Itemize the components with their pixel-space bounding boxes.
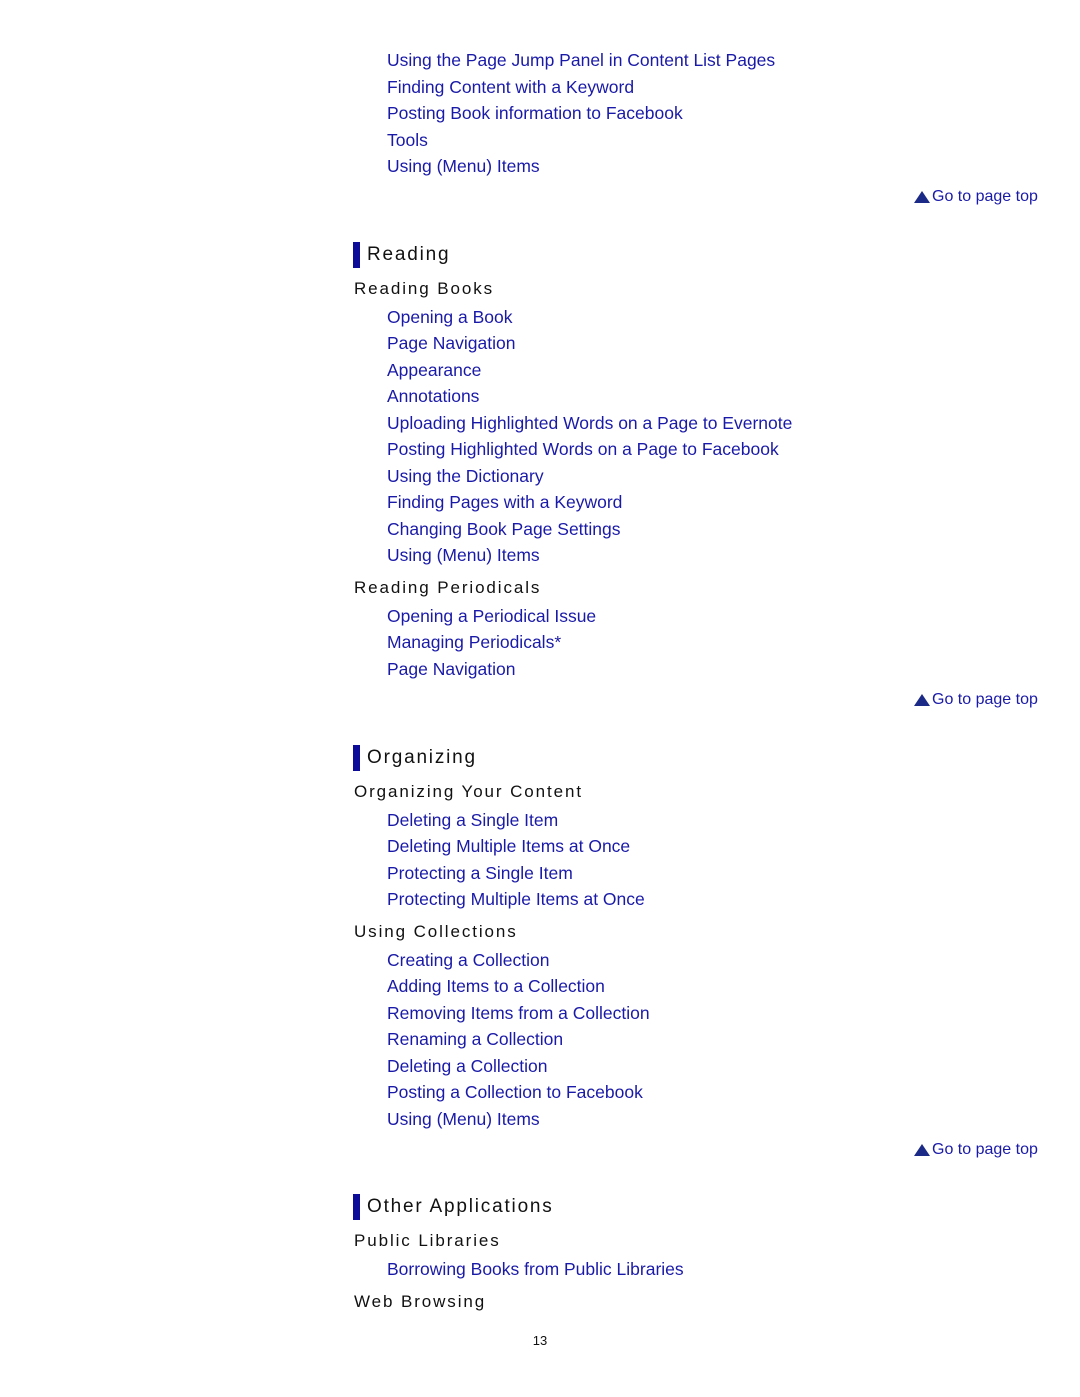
up-triangle-icon xyxy=(914,694,930,706)
toc-link[interactable]: Tools xyxy=(387,130,428,150)
up-triangle-icon xyxy=(914,1144,930,1156)
page-number: 13 xyxy=(532,1333,548,1348)
toc-link[interactable]: Appearance xyxy=(387,360,481,380)
toc-link[interactable]: Using the Dictionary xyxy=(387,466,544,486)
toc-link[interactable]: Borrowing Books from Public Libraries xyxy=(387,1259,684,1279)
section-bar-icon xyxy=(353,242,360,268)
section-heading-other-applications: Other Applications xyxy=(353,1194,554,1220)
subsection-title: Public Libraries xyxy=(354,1231,501,1250)
subsection-title: Web Browsing xyxy=(354,1292,487,1311)
toc-link[interactable]: Changing Book Page Settings xyxy=(387,519,621,539)
section-title: Organizing xyxy=(367,747,477,768)
toc-link[interactable]: Adding Items to a Collection xyxy=(387,976,605,996)
section-heading-organizing: Organizing xyxy=(353,745,477,771)
toc-link[interactable]: Using (Menu) Items xyxy=(387,545,540,565)
toc-link[interactable]: Page Navigation xyxy=(387,659,515,679)
toc-link[interactable]: Protecting Multiple Items at Once xyxy=(387,889,645,909)
toc-link[interactable]: Managing Periodicals* xyxy=(387,632,561,652)
go-to-page-top-link[interactable]: Go to page top xyxy=(914,1141,1038,1159)
toc-link[interactable]: Uploading Highlighted Words on a Page to… xyxy=(387,413,792,433)
toc-link[interactable]: Opening a Periodical Issue xyxy=(387,606,596,626)
toc-link[interactable]: Posting a Collection to Facebook xyxy=(387,1082,643,1102)
toc-link[interactable]: Finding Pages with a Keyword xyxy=(387,492,622,512)
subsection-title: Reading Periodicals xyxy=(354,578,542,597)
go-to-page-top-label: Go to page top xyxy=(932,1141,1038,1158)
section-bar-icon xyxy=(353,1194,360,1220)
go-to-page-top-link[interactable]: Go to page top xyxy=(914,188,1038,206)
go-to-page-top-link[interactable]: Go to page top xyxy=(914,691,1038,709)
section-bar-icon xyxy=(353,745,360,771)
toc-link[interactable]: Using the Page Jump Panel in Content Lis… xyxy=(387,50,775,70)
section-title: Reading xyxy=(367,244,451,265)
toc-link[interactable]: Renaming a Collection xyxy=(387,1029,563,1049)
toc-link[interactable]: Deleting a Collection xyxy=(387,1056,548,1076)
toc-link[interactable]: Removing Items from a Collection xyxy=(387,1003,650,1023)
section-title: Other Applications xyxy=(367,1196,554,1217)
subsection-title: Organizing Your Content xyxy=(354,782,583,801)
go-to-page-top-label: Go to page top xyxy=(932,188,1038,205)
toc-link[interactable]: Deleting a Single Item xyxy=(387,810,558,830)
toc-link[interactable]: Annotations xyxy=(387,386,479,406)
toc-link[interactable]: Page Navigation xyxy=(387,333,515,353)
toc-link[interactable]: Using (Menu) Items xyxy=(387,1109,540,1129)
subsection-title: Reading Books xyxy=(354,279,494,298)
toc-link[interactable]: Opening a Book xyxy=(387,307,513,327)
toc-link[interactable]: Using (Menu) Items xyxy=(387,156,540,176)
subsection-title: Using Collections xyxy=(354,922,518,941)
toc-link[interactable]: Protecting a Single Item xyxy=(387,863,573,883)
toc-link[interactable]: Finding Content with a Keyword xyxy=(387,77,634,97)
toc-link[interactable]: Posting Highlighted Words on a Page to F… xyxy=(387,439,779,459)
up-triangle-icon xyxy=(914,191,930,203)
section-heading-reading: Reading xyxy=(353,242,450,268)
toc-link[interactable]: Posting Book information to Facebook xyxy=(387,103,683,123)
toc-link[interactable]: Deleting Multiple Items at Once xyxy=(387,836,630,856)
toc-link[interactable]: Creating a Collection xyxy=(387,950,549,970)
go-to-page-top-label: Go to page top xyxy=(932,691,1038,708)
